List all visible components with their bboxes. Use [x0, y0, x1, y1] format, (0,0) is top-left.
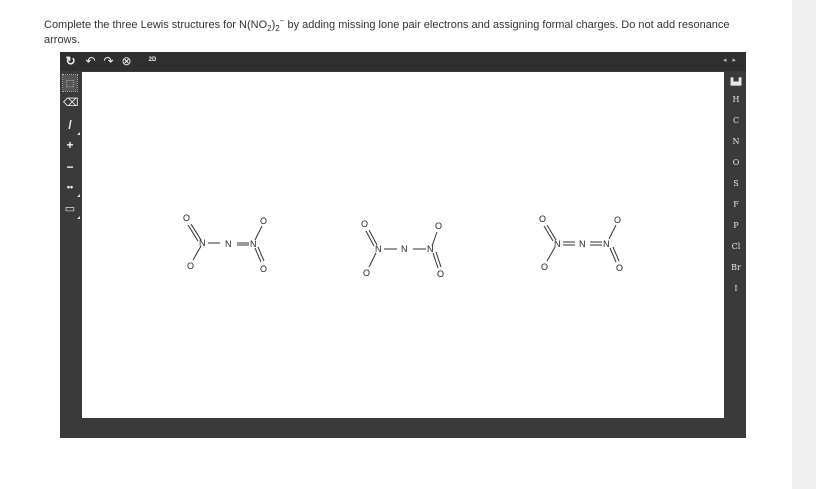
zoom-reset-icon[interactable]: ⊗	[120, 55, 133, 68]
redo-icon[interactable]: ↷	[102, 55, 115, 68]
question-text: Complete the three Lewis structures for …	[44, 17, 744, 48]
ring-tool-corner	[77, 216, 80, 219]
atom-o: O	[539, 214, 546, 224]
element-br[interactable]: Br	[726, 259, 746, 277]
element-p[interactable]: P	[726, 217, 746, 235]
lone-pair-icon[interactable]: ••	[63, 179, 80, 197]
atom-o: O	[260, 264, 267, 274]
atom-n: N	[375, 244, 382, 254]
atom-o: O	[541, 262, 548, 272]
bond-tool-corner	[77, 132, 80, 135]
minus-charge-icon[interactable]: −	[63, 159, 77, 175]
editor-top-toolbar: ↻ ↶ ↷ ⊗ 2D ◂ ▸	[60, 52, 746, 71]
atom-n: N	[199, 238, 206, 248]
element-o[interactable]: O	[726, 154, 746, 172]
atom-o: O	[614, 215, 621, 225]
atom-o: O	[187, 261, 194, 271]
lewis-structures-drawing: O O N N N O O O O N N N O O O O N N N O …	[183, 213, 623, 279]
drawing-canvas[interactable]: O O N N N O O O O N N N O O O O N N N O …	[82, 72, 724, 418]
undo-icon[interactable]: ↶	[84, 55, 97, 68]
clean-2d-icon[interactable]: 2D	[146, 57, 159, 70]
element-i[interactable]: I	[726, 280, 746, 298]
atom-o: O	[435, 221, 442, 231]
atom-o: O	[363, 268, 370, 278]
atom-n: N	[579, 239, 586, 249]
editor-left-toolbar: ⬚ ⌫ / + − •• ▭	[60, 71, 80, 231]
editor-element-palette: ▙▟ H C N O S F P Cl Br I	[726, 71, 746, 311]
element-n[interactable]: N	[726, 133, 746, 151]
atom-o: O	[437, 269, 444, 279]
lone-pair-corner	[77, 194, 80, 197]
atom-o: O	[361, 219, 368, 229]
page-gutter	[792, 0, 816, 489]
select-tool-icon[interactable]: ⬚	[62, 74, 78, 92]
refresh-icon[interactable]: ↻	[64, 55, 77, 68]
element-f[interactable]: F	[726, 196, 746, 214]
question-sub-2: 2	[275, 24, 280, 34]
bond-tool-glyph: /	[68, 118, 72, 132]
ring-tool-glyph: ▭	[64, 203, 76, 215]
element-c[interactable]: C	[726, 112, 746, 130]
periodic-table-icon[interactable]: ▙▟	[726, 73, 746, 91]
atom-n: N	[225, 239, 232, 249]
plus-charge-icon[interactable]: +	[63, 137, 77, 153]
question-prefix: Complete the three Lewis structures for …	[44, 19, 268, 31]
lone-pair-glyph: ••	[66, 182, 74, 192]
collapse-panels-icon[interactable]: ◂ ▸	[723, 56, 738, 64]
atom-n: N	[603, 239, 610, 249]
atom-n: N	[401, 244, 408, 254]
bond-tool-icon[interactable]: /	[63, 117, 80, 135]
structure-editor: ↻ ↶ ↷ ⊗ 2D ◂ ▸ ⬚ ⌫ / + − •• ▭ ▙▟ H C N O…	[60, 52, 746, 438]
element-h[interactable]: H	[726, 91, 746, 109]
atom-o: O	[616, 263, 623, 273]
atom-n: N	[250, 239, 257, 249]
atom-o: O	[260, 216, 267, 226]
atom-o: O	[183, 213, 190, 223]
ring-tool-icon[interactable]: ▭	[63, 201, 80, 219]
eraser-tool-icon[interactable]: ⌫	[63, 95, 79, 111]
atom-n: N	[427, 244, 434, 254]
element-cl[interactable]: Cl	[726, 238, 746, 256]
atom-n: N	[554, 239, 561, 249]
element-s[interactable]: S	[726, 175, 746, 193]
